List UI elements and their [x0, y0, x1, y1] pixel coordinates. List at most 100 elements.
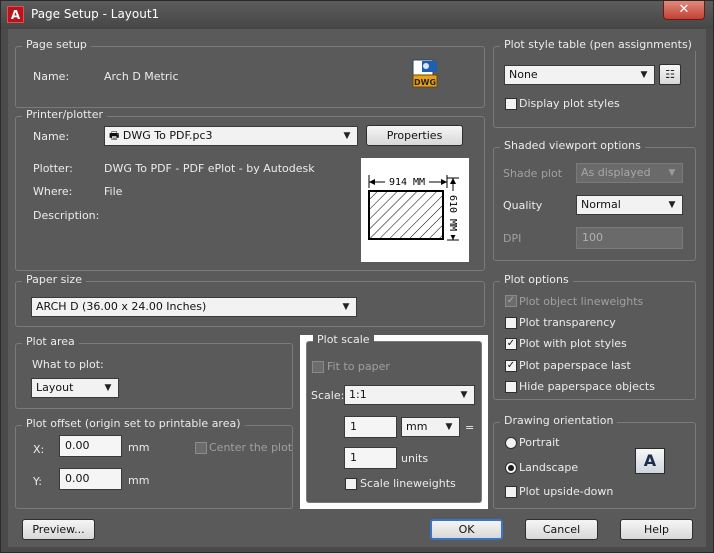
description-label: Description: [33, 209, 100, 222]
printer-name-label: Name: [33, 130, 70, 143]
printer-plotter-legend: Printer/plotter [22, 108, 107, 121]
offset-x-label: X: [33, 443, 45, 456]
chevron-down-icon: ▼ [460, 390, 468, 400]
fit-to-paper-checkbox[interactable] [312, 361, 324, 373]
landscape-radio[interactable] [505, 462, 517, 474]
plot-paperspace-last-label: Plot paperspace last [519, 359, 631, 372]
plot-style-group: Plot style table (pen assignments) [493, 38, 696, 128]
printer-icon: 🖶 [109, 129, 120, 142]
dpi-input[interactable]: 100 [576, 227, 683, 249]
scale-unit-value: mm [406, 420, 428, 433]
chevron-down-icon: ▼ [104, 383, 112, 393]
what-to-plot-dropdown[interactable]: Layout ▼ [31, 378, 119, 398]
page-setup-legend: Page setup [22, 38, 91, 51]
paper-preview: 914 MM 610 MM [361, 158, 469, 262]
chevron-down-icon: ▼ [445, 422, 453, 432]
plot-scale-legend: Plot scale [313, 333, 374, 346]
plot-upside-down-checkbox[interactable] [505, 486, 517, 498]
help-button[interactable]: Help [620, 519, 693, 540]
offset-y-input[interactable]: 0.00 [59, 468, 122, 490]
what-to-plot-value: Layout [36, 381, 74, 394]
paper-preview-diagram: 914 MM 610 MM [368, 175, 459, 241]
chevron-down-icon: ▼ [640, 70, 648, 80]
drawing-orientation-legend: Drawing orientation [500, 414, 618, 427]
autocad-app-icon: A [7, 6, 24, 23]
equals-sign: = [465, 421, 475, 434]
offset-x-unit: mm [128, 441, 150, 454]
hide-paperspace-objects-label: Hide paperspace objects [519, 380, 655, 393]
center-plot-label: Center the plot [209, 441, 293, 454]
paper-size-legend: Paper size [22, 273, 86, 286]
window-title: Page Setup - Layout1 [31, 7, 160, 21]
plot-style-value: None [509, 68, 538, 81]
orientation-preview-icon: A [635, 448, 665, 474]
chevron-down-icon: ▼ [668, 200, 676, 210]
fit-to-paper-label: Fit to paper [327, 360, 390, 373]
landscape-label: Landscape [519, 461, 579, 474]
portrait-radio[interactable] [505, 437, 517, 449]
scale-value: 1:1 [349, 388, 367, 401]
shade-plot-dropdown[interactable]: As displayed ▼ [576, 163, 683, 183]
plot-upside-down-label: Plot upside-down [519, 485, 614, 498]
plot-with-plot-styles-label: Plot with plot styles [519, 337, 627, 350]
display-plot-styles-checkbox[interactable] [505, 98, 517, 110]
scale-label: Scale: [311, 389, 345, 402]
properties-button[interactable]: Properties [366, 125, 463, 146]
quality-value: Normal [581, 198, 621, 211]
plot-style-legend: Plot style table (pen assignments) [500, 38, 696, 51]
dpi-label: DPI [503, 232, 522, 245]
ok-button[interactable]: OK [430, 519, 503, 540]
plot-object-lineweights-label: Plot object lineweights [519, 295, 644, 308]
hide-paperspace-objects-checkbox[interactable] [505, 381, 517, 393]
quality-dropdown[interactable]: Normal ▼ [576, 195, 683, 215]
quality-label: Quality [503, 199, 543, 212]
scale-value1-input[interactable]: 1 [344, 416, 397, 438]
where-label: Where: [33, 185, 73, 198]
dwg-icon-text: DWG [414, 78, 436, 87]
offset-y-unit: mm [128, 474, 150, 487]
center-plot-checkbox[interactable] [195, 442, 207, 454]
edit-table-icon: ☷ [665, 68, 675, 81]
page-setup-dialog: A Page Setup - Layout1 ✕ Page setup Name… [0, 0, 714, 553]
plot-object-lineweights-checkbox[interactable]: ✓ [505, 295, 517, 307]
offset-y-label: Y: [33, 475, 42, 488]
plot-offset-legend: Plot offset (origin set to printable are… [22, 417, 245, 430]
shade-plot-label: Shade plot [503, 167, 563, 180]
plot-transparency-checkbox[interactable] [505, 317, 517, 329]
page-setup-name-value: Arch D Metric [104, 70, 179, 83]
title-bar: A Page Setup - Layout1 ✕ [1, 1, 713, 29]
scale-unit-dropdown[interactable]: mm ▼ [401, 417, 460, 437]
edit-plot-style-button[interactable]: ☷ [659, 64, 681, 85]
plot-offset-group: Plot offset (origin set to printable are… [15, 417, 293, 509]
printer-name-dropdown[interactable]: 🖶 DWG To PDF.pc3 ▼ [104, 126, 358, 146]
dwg-file-icon: DWG [412, 59, 438, 88]
display-plot-styles-label: Display plot styles [519, 97, 620, 110]
preview-button[interactable]: Preview... [22, 519, 95, 540]
plotter-label: Plotter: [33, 162, 73, 175]
close-button[interactable]: ✕ [663, 1, 705, 20]
plot-transparency-label: Plot transparency [519, 316, 616, 329]
preview-height-text: 610 MM [447, 195, 458, 231]
plot-style-dropdown[interactable]: None ▼ [504, 65, 655, 85]
offset-x-input[interactable]: 0.00 [59, 435, 122, 457]
plot-options-legend: Plot options [500, 273, 573, 286]
shade-plot-value: As displayed [581, 166, 651, 179]
scale-value2-input[interactable]: 1 [344, 447, 397, 469]
units-label: units [401, 452, 429, 465]
scale-lineweights-checkbox[interactable] [345, 478, 357, 490]
preview-width-text: 914 MM [389, 177, 425, 188]
plotter-value: DWG To PDF - PDF ePlot - by Autodesk [104, 162, 315, 175]
plot-with-plot-styles-checkbox[interactable]: ✓ [505, 338, 517, 350]
paper-size-dropdown[interactable]: ARCH D (36.00 x 24.00 Inches) ▼ [31, 297, 357, 317]
cancel-button[interactable]: Cancel [525, 519, 598, 540]
portrait-label: Portrait [519, 436, 560, 449]
plot-paperspace-last-checkbox[interactable]: ✓ [505, 360, 517, 372]
chevron-down-icon: ▼ [668, 168, 676, 178]
printer-name-value: DWG To PDF.pc3 [122, 129, 213, 142]
scale-dropdown[interactable]: 1:1 ▼ [344, 385, 475, 405]
shaded-viewport-legend: Shaded viewport options [500, 139, 645, 152]
page-setup-name-label: Name: [33, 70, 70, 83]
dialog-body: Page setup Name: Arch D Metric DWG Print… [8, 29, 706, 547]
scale-lineweights-label: Scale lineweights [360, 477, 456, 490]
where-value: File [104, 185, 123, 198]
